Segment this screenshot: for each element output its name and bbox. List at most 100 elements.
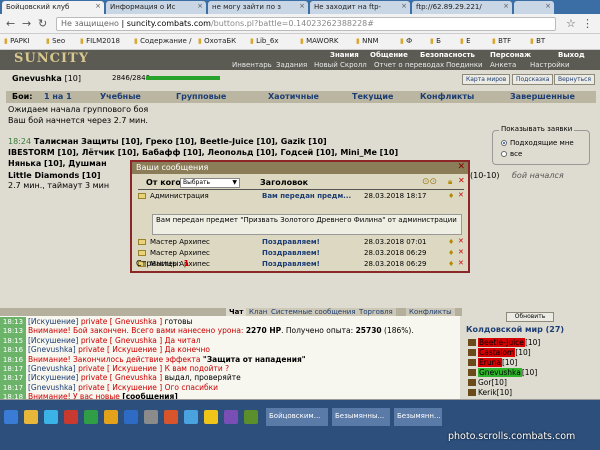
app-icon[interactable] [64,410,78,424]
browser-tab-1[interactable]: Бойцовский клуб × [2,1,104,14]
hint-button[interactable]: Подсказка [512,74,554,85]
app-icon[interactable] [224,410,238,424]
app-icon[interactable] [184,410,198,424]
nav-inventory[interactable]: Инвентарь [232,61,272,69]
player-name[interactable]: Castalom [478,348,516,357]
bookmark-item[interactable]: Б [430,37,441,45]
tab-clan[interactable]: Клан [246,308,271,316]
tab-training[interactable]: Учебные [100,92,141,101]
tab-current[interactable]: Текущие [352,92,393,101]
message-row[interactable]: Мастер Архипес Поздравляем! 28.03.2018 0… [138,237,464,248]
bookmark-item[interactable]: ОхотаБК [198,37,236,45]
reload-icon[interactable]: ↻ [38,17,47,30]
lock-icon[interactable]: ♦ [448,192,454,200]
player-list-item[interactable]: Kerik[10] [468,388,512,397]
nav-quests[interactable]: Задания [276,61,307,69]
player-list-item[interactable]: Gnevushka[10] [468,368,537,377]
team-line[interactable]: Нянька [10], Душман [8,159,107,168]
close-icon[interactable]: × [197,2,203,10]
delete-icon[interactable]: ✕ [458,191,464,199]
tab-conflicts[interactable]: Конфликты [420,92,474,101]
browser-tab-5[interactable]: ftp://62.89.29.221/ × [412,1,512,14]
app-icon[interactable] [164,410,178,424]
app-icon[interactable] [124,410,138,424]
bookmark-item[interactable]: Е [460,37,470,45]
tab-1v1[interactable]: 1 на 1 [44,92,72,101]
nav-profile[interactable]: Анкета [490,61,516,69]
player-list-item[interactable]: Gor[10] [468,378,507,387]
bookmark-item[interactable]: MAWORK [300,37,338,45]
player-list-item[interactable]: Eruna[10] [468,358,517,367]
player-list-item[interactable]: Castalom[10] [468,348,531,357]
menu-icon[interactable]: ⋮ [582,17,593,30]
message-row[interactable]: Мастер Архипес Поздравляем! 28.03.2018 0… [138,248,464,259]
return-button[interactable]: Вернуться [554,74,596,85]
message-row[interactable]: Администрация Вам передан предм... 28.03… [138,191,464,202]
url-input[interactable]: Не защищено | suncity.combats.com/button… [56,17,556,31]
team-line[interactable]: IBESTORM [10], Лётчик [10], Бабафф [10],… [8,148,398,157]
tab-trade[interactable]: Торговля [356,308,396,316]
delete-all-icon[interactable]: ✕ [458,176,465,185]
refresh-button[interactable]: Обновить [506,312,554,322]
bookmark-item[interactable]: Содержание / [134,37,191,45]
nav-new-scroll[interactable]: Новый Скролл [314,61,367,69]
lock-icon[interactable]: ♦ [448,238,454,246]
lock-icon[interactable]: ♦ [448,260,454,268]
nav-exit[interactable]: Выход [558,51,585,59]
bookmark-item[interactable]: PAPKI [4,37,29,45]
browser-tab-3[interactable]: не могу зайти по з × [208,1,308,14]
nav-duels[interactable]: Поединки [446,61,483,69]
delete-icon[interactable]: ✕ [458,248,464,256]
close-icon[interactable]: ✕ [457,162,465,172]
message-subject[interactable]: Поздравляем! [262,238,320,246]
tab-conflicts[interactable]: Конфликты [406,308,455,316]
bookmark-item[interactable]: NNM [356,37,379,45]
taskbar-item[interactable]: Бойцовским... [266,408,328,426]
app-icon[interactable] [104,410,118,424]
close-icon[interactable]: × [401,2,407,10]
nav-security[interactable]: Безопасность [420,51,475,59]
tab-group[interactable]: Групповые [176,92,226,101]
nav-communication[interactable]: Общение [370,51,408,59]
folder-icon[interactable] [24,410,38,424]
message-subject[interactable]: Поздравляем! [262,260,320,268]
taskbar-item[interactable]: Безымянны... [332,408,390,426]
mail-actions-icons[interactable]: ⊙⊙ [422,177,437,187]
radio-suitable[interactable]: Подходящие мне [501,139,574,147]
close-icon[interactable]: × [545,2,551,10]
team-line[interactable]: 18:24 Талисман Защиты [10], Греко [10], … [8,137,327,146]
forward-icon[interactable]: → [22,17,31,30]
app-icon[interactable] [84,410,98,424]
nav-settings[interactable]: Настройки [530,61,570,69]
team-line[interactable]: Little Diamonds [10] [8,171,100,180]
app-icon[interactable] [144,410,158,424]
sender-select[interactable]: Выбрать ▼ [180,178,240,188]
message-subject[interactable]: Поздравляем! [262,249,320,257]
close-icon[interactable]: × [299,2,305,10]
browser-tab-6[interactable]: × [514,1,554,14]
world-map-button[interactable]: Карта миров [462,74,511,85]
radio-all[interactable]: все [501,150,522,158]
lock-icon[interactable]: ♦ [448,249,454,257]
page-link[interactable]: 1 [184,259,190,268]
bookmark-item[interactable]: Ф [400,37,412,45]
close-icon[interactable]: × [503,2,509,10]
close-icon[interactable]: × [95,2,101,10]
browser-tab-4[interactable]: Не заходит на ftp- × [310,1,410,14]
nav-knowledge[interactable]: Знания [330,51,359,59]
delete-icon[interactable]: ✕ [458,237,464,245]
bookmark-item[interactable]: Lib_6x [250,37,278,45]
browser-tab-2[interactable]: Информация о Ис × [106,1,206,14]
bookmark-item[interactable]: Seo [46,37,65,45]
bookmark-item[interactable]: BTF [492,37,511,45]
message-subject[interactable]: Вам передан предм... [262,192,351,200]
player-name[interactable]: Kerik [478,388,497,397]
tab-finished[interactable]: Завершенные [510,92,575,101]
bookmark-item[interactable]: FILM2018 [80,37,120,45]
player-list-item[interactable]: Beetle-Juice[10] [468,338,540,347]
nav-character[interactable]: Персонаж [490,51,531,59]
chrome-icon[interactable] [204,410,218,424]
tab-system[interactable]: Системные сообщения [268,308,359,316]
bookmark-item[interactable]: BT [530,37,545,45]
player-name[interactable]: Gnevushka [10] [12,74,81,83]
